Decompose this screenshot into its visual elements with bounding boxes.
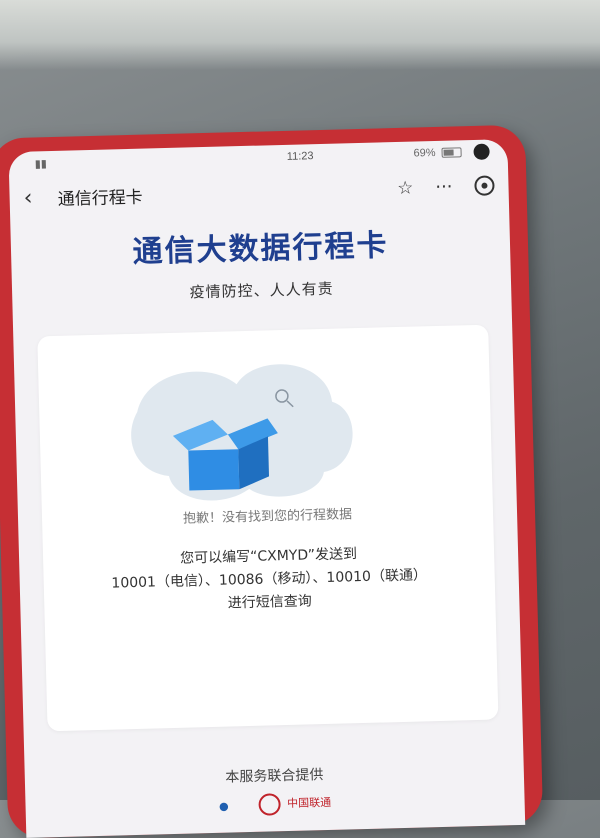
app-title: 通信行程卡 (57, 187, 143, 210)
status-right: 69% (413, 143, 490, 162)
page-subtitle: 疫情防控、人人有责 (189, 279, 334, 302)
unicom-logo-text: 中国联通 (286, 795, 332, 811)
phone-device: ▮▮ 11:23 69% ‹ 通信行程卡 ☆ ··· 通信大数据行程卡 疫情防控… (0, 124, 544, 838)
phone-screen: ▮▮ 11:23 69% ‹ 通信行程卡 ☆ ··· 通信大数据行程卡 疫情防控… (8, 139, 526, 838)
signal-icon: ▮▮ (34, 157, 48, 170)
unicom-mark-icon (258, 793, 281, 816)
background-fabric (0, 0, 600, 70)
app-actions: ☆ ··· (397, 175, 495, 198)
battery-percent: 69% (413, 146, 436, 160)
more-icon[interactable]: ··· (435, 176, 453, 197)
empty-box-icon (131, 364, 353, 501)
status-time: 11:23 (286, 150, 314, 163)
footer-provided-by: 本服务联合提供 (225, 767, 324, 786)
footer-logos: ● 中国联通 (25, 787, 524, 822)
star-icon[interactable]: ☆ (397, 177, 414, 198)
record-icon[interactable] (474, 175, 495, 196)
telecom-logo: ● (218, 799, 229, 813)
box-front (188, 449, 240, 491)
unicom-logo: 中国联通 (258, 792, 331, 816)
result-card: 抱歉！没有找到您的行程数据 您可以编写“CXMYD”发送到 10001（电信）、… (37, 324, 499, 732)
status-left: ▮▮ (35, 157, 47, 170)
chevron-left-icon[interactable]: ‹ (23, 185, 52, 210)
battery-icon (441, 147, 462, 158)
front-camera (473, 143, 490, 160)
page-title: 通信大数据行程卡 (132, 228, 389, 270)
